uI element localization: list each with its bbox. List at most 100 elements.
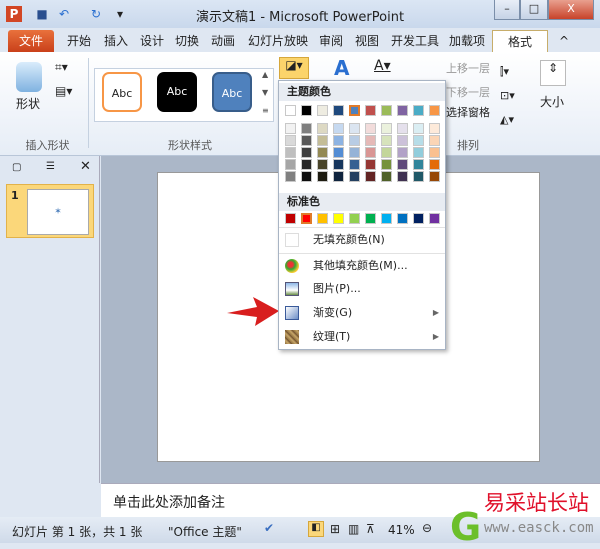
tab-slideshow[interactable]: 幻灯片放映 (245, 30, 311, 52)
outline-tab-icon[interactable]: ☰ (46, 161, 55, 172)
theme-color-swatch[interactable] (301, 105, 312, 116)
no-fill-item[interactable]: 无填充颜色(N) (279, 227, 445, 251)
bring-forward-button[interactable]: 上移一层 (446, 60, 490, 76)
tab-animations[interactable]: 动画 (208, 30, 238, 52)
theme-shade-swatch[interactable] (301, 171, 312, 182)
theme-shade-swatch[interactable] (349, 135, 360, 146)
standard-color-swatch[interactable] (317, 213, 328, 224)
tab-file[interactable]: 文件 (8, 30, 54, 52)
theme-shade-swatch[interactable] (429, 135, 440, 146)
theme-shade-swatch[interactable] (285, 159, 296, 170)
theme-shade-swatch[interactable] (333, 171, 344, 182)
theme-shade-swatch[interactable] (413, 147, 424, 158)
minimize-button[interactable]: – (494, 0, 520, 20)
theme-shade-swatch[interactable] (397, 171, 408, 182)
theme-shade-swatch[interactable] (317, 159, 328, 170)
theme-shade-swatch[interactable] (381, 135, 392, 146)
theme-shade-swatch[interactable] (349, 159, 360, 170)
theme-shade-swatch[interactable] (365, 147, 376, 158)
theme-shade-swatch[interactable] (317, 171, 328, 182)
tab-view[interactable]: 视图 (352, 30, 382, 52)
slide-thumbnail[interactable]: 1 ✶ (6, 184, 94, 238)
theme-shade-swatch[interactable] (365, 171, 376, 182)
spell-check-icon[interactable]: ✔ (264, 521, 274, 535)
theme-shade-swatch[interactable] (317, 147, 328, 158)
theme-shade-swatch[interactable] (381, 123, 392, 134)
theme-shade-swatch[interactable] (285, 135, 296, 146)
zoom-level[interactable]: 41% (388, 523, 415, 537)
standard-color-swatch[interactable] (381, 213, 392, 224)
send-backward-button[interactable]: 下移一层 (446, 84, 490, 100)
reading-view-icon[interactable]: ▥ (348, 522, 359, 536)
theme-shade-swatch[interactable] (349, 171, 360, 182)
theme-shade-swatch[interactable] (301, 123, 312, 134)
theme-shade-swatch[interactable] (413, 135, 424, 146)
normal-view-icon[interactable]: ◧ (308, 521, 324, 537)
slideshow-icon[interactable]: ⊼ (366, 522, 375, 536)
text-box-icon[interactable]: ▤▾ (55, 84, 72, 98)
theme-shade-swatch[interactable] (365, 159, 376, 170)
theme-color-swatch[interactable] (349, 105, 360, 116)
theme-shade-swatch[interactable] (333, 123, 344, 134)
theme-color-swatch[interactable] (333, 105, 344, 116)
theme-shade-swatch[interactable] (333, 135, 344, 146)
gallery-scroll-icon[interactable]: ▲ ▼ ≡ (262, 66, 269, 120)
tab-review[interactable]: 审阅 (316, 30, 346, 52)
theme-shade-swatch[interactable] (397, 159, 408, 170)
tab-addins[interactable]: 加载项 (446, 30, 488, 52)
zoom-out-icon[interactable]: ⊖ (422, 521, 432, 535)
theme-shade-swatch[interactable] (301, 147, 312, 158)
size-button[interactable]: 大小 (540, 93, 564, 110)
theme-color-swatch[interactable] (413, 105, 424, 116)
theme-color-swatch[interactable] (381, 105, 392, 116)
shape-style-2[interactable]: Abc (157, 72, 197, 112)
close-pane-icon[interactable]: ✕ (80, 159, 91, 174)
standard-color-swatch[interactable] (429, 213, 440, 224)
standard-color-swatch[interactable] (301, 213, 312, 224)
theme-shade-swatch[interactable] (429, 147, 440, 158)
shapes-button[interactable]: 形状 (16, 95, 40, 112)
shape-style-1[interactable]: Abc (102, 72, 142, 112)
theme-shade-swatch[interactable] (429, 171, 440, 182)
theme-shade-swatch[interactable] (285, 147, 296, 158)
maximize-button[interactable]: □ (520, 0, 548, 20)
standard-color-swatch[interactable] (333, 213, 344, 224)
theme-shade-swatch[interactable] (413, 159, 424, 170)
theme-shade-swatch[interactable] (413, 171, 424, 182)
theme-shade-swatch[interactable] (365, 123, 376, 134)
theme-shade-swatch[interactable] (397, 135, 408, 146)
theme-color-swatch[interactable] (317, 105, 328, 116)
tab-insert[interactable]: 插入 (101, 30, 131, 52)
slides-tab-icon[interactable]: ▢ (12, 162, 21, 173)
theme-shade-swatch[interactable] (397, 123, 408, 134)
theme-shade-swatch[interactable] (349, 147, 360, 158)
standard-color-swatch[interactable] (349, 213, 360, 224)
theme-shade-swatch[interactable] (333, 159, 344, 170)
theme-shade-swatch[interactable] (285, 171, 296, 182)
theme-shade-swatch[interactable] (333, 147, 344, 158)
shapes-icon[interactable] (16, 62, 42, 92)
shape-fill-button[interactable]: ◪▾ (279, 57, 309, 79)
standard-color-swatch[interactable] (397, 213, 408, 224)
theme-shade-swatch[interactable] (285, 123, 296, 134)
theme-shade-swatch[interactable] (381, 171, 392, 182)
theme-shade-swatch[interactable] (301, 135, 312, 146)
wordart-styles-icon[interactable]: A (334, 56, 349, 80)
theme-shade-swatch[interactable] (429, 123, 440, 134)
tab-design[interactable]: 设计 (137, 30, 167, 52)
slide-sorter-icon[interactable]: ⊞ (330, 522, 340, 536)
theme-color-swatch[interactable] (285, 105, 296, 116)
theme-shade-swatch[interactable] (413, 123, 424, 134)
theme-shade-swatch[interactable] (365, 135, 376, 146)
theme-color-swatch[interactable] (365, 105, 376, 116)
size-icon[interactable]: ⇕ (540, 60, 566, 86)
more-fill-colors-item[interactable]: 其他填充颜色(M)... (279, 253, 445, 277)
selection-pane-button[interactable]: 选择窗格 (446, 104, 490, 120)
standard-color-swatch[interactable] (365, 213, 376, 224)
text-fill-icon[interactable]: A▾ (374, 58, 391, 74)
theme-color-swatch[interactable] (429, 105, 440, 116)
minimize-ribbon-icon[interactable]: ^ (556, 30, 572, 52)
theme-shade-swatch[interactable] (381, 159, 392, 170)
theme-shade-swatch[interactable] (317, 135, 328, 146)
standard-color-swatch[interactable] (285, 213, 296, 224)
